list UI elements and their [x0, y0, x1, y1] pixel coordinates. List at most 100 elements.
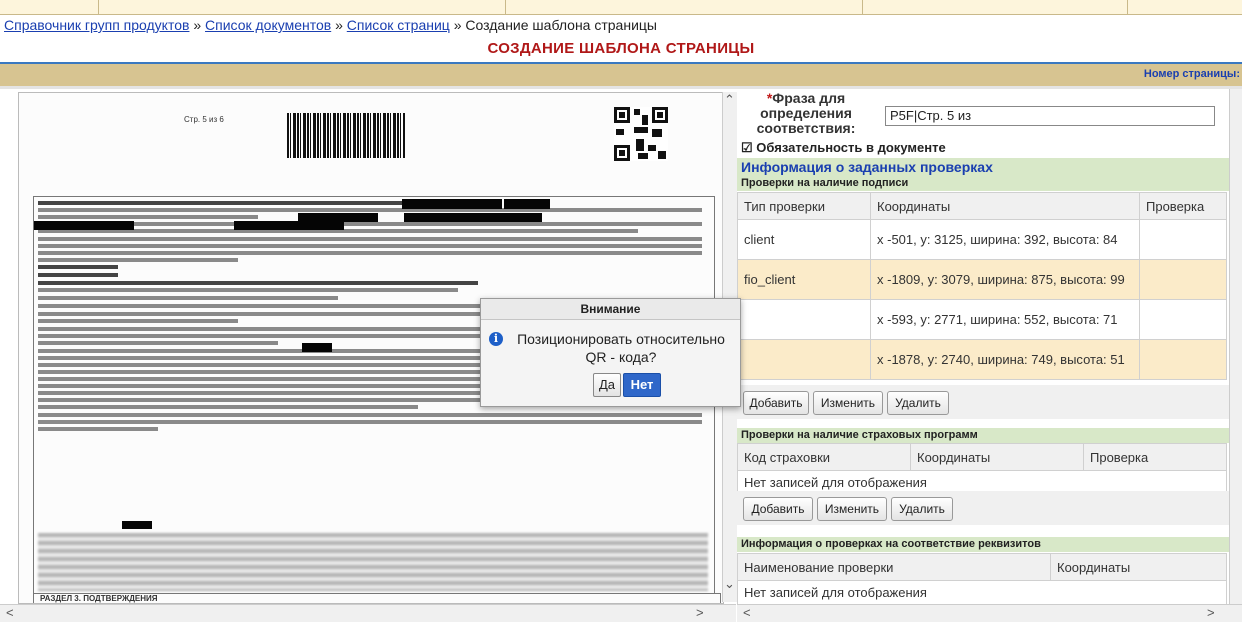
- redaction-box: [402, 199, 502, 209]
- column-header: Код страховки: [737, 443, 911, 471]
- check-coords: x -1809, y: 3079, ширина: 875, высота: 9…: [870, 259, 1140, 300]
- template-settings-panel: *Фраза для определения соответствия: P5F…: [737, 89, 1242, 604]
- dialog-title: Внимание: [481, 299, 740, 320]
- signature-checks-actions: Добавить Изменить Удалить: [737, 385, 1242, 419]
- scroll-up-icon[interactable]: ⌃: [724, 92, 735, 108]
- text-line: [38, 265, 118, 269]
- requisite-checks-table: Наименование проверки Координаты Нет зап…: [737, 553, 1227, 604]
- column-header: Тип проверки: [737, 192, 871, 220]
- check-verify: [1139, 339, 1227, 380]
- breadcrumb-current: Создание шаблона страницы: [465, 17, 657, 33]
- add-signature-check-button[interactable]: Добавить: [743, 391, 809, 415]
- text-line: [38, 201, 458, 205]
- table-row[interactable]: fio_client x -1809, y: 3079, ширина: 875…: [737, 259, 1227, 300]
- scroll-down-icon[interactable]: ⌄: [724, 576, 735, 592]
- breadcrumb-separator: »: [189, 17, 206, 33]
- dialog-message: Позиционировать относительно QR - кода?: [517, 331, 725, 365]
- redaction-box: [302, 343, 332, 352]
- check-coords: x -501, y: 3125, ширина: 392, высота: 84: [870, 219, 1140, 260]
- qr-code-image: [614, 107, 668, 161]
- strip-divider: [505, 0, 506, 14]
- signature-checks-table: Тип проверки Координаты Проверка client …: [737, 192, 1227, 380]
- scroll-right-icon[interactable]: >: [1207, 605, 1215, 620]
- info-icon: i: [489, 332, 503, 346]
- check-verify: [1139, 219, 1227, 260]
- insurance-checks-title: Проверки на наличие страховых программ: [737, 428, 1242, 443]
- page-number-label: Номер страницы:: [1143, 68, 1240, 80]
- strip-divider: [98, 0, 99, 14]
- breadcrumb-pages[interactable]: Список страниц: [347, 17, 450, 33]
- text-line: [38, 413, 702, 417]
- table-row[interactable]: x -1878, y: 2740, ширина: 749, высота: 5…: [737, 339, 1227, 380]
- toolbar: Номер страницы:: [0, 64, 1242, 87]
- scroll-right-icon[interactable]: >: [696, 605, 704, 620]
- text-line: [38, 237, 702, 241]
- settings-scrollbar-horizontal[interactable]: < >: [737, 604, 1242, 622]
- breadcrumb-product-groups[interactable]: Справочник групп продуктов: [4, 17, 189, 33]
- strip-divider: [862, 0, 863, 14]
- top-table-strip: [0, 0, 1242, 15]
- redaction-box: [34, 221, 134, 230]
- settings-scrollbar-vertical[interactable]: [1229, 89, 1242, 604]
- edit-insurance-check-button[interactable]: Изменить: [817, 497, 887, 521]
- redaction-box: [234, 221, 344, 230]
- phrase-label-text: Фраза для определения соответствия:: [756, 90, 856, 136]
- column-header: Координаты: [870, 192, 1140, 220]
- check-verify: [1139, 259, 1227, 300]
- column-header: Координаты: [910, 443, 1084, 471]
- insurance-checks-table: Код страховки Координаты Проверка Нет за…: [737, 443, 1227, 495]
- column-header: Проверка: [1139, 192, 1227, 220]
- phrase-input[interactable]: P5F|Стр. 5 из: [885, 106, 1215, 126]
- check-type: client: [737, 219, 871, 260]
- empty-message: Нет записей для отображения: [737, 580, 1227, 604]
- breadcrumb-separator: »: [449, 17, 466, 33]
- check-type: fio_client: [737, 259, 871, 300]
- redaction-box: [122, 521, 152, 529]
- checks-info-title: Информация о заданных проверках: [737, 158, 1242, 176]
- text-line: [38, 427, 158, 431]
- check-coords: x -1878, y: 2740, ширина: 749, высота: 5…: [870, 339, 1140, 380]
- table-row[interactable]: client x -501, y: 3125, ширина: 392, выс…: [737, 219, 1227, 260]
- text-line: [38, 273, 118, 277]
- text-line: [38, 258, 238, 262]
- scroll-left-icon[interactable]: <: [6, 605, 14, 620]
- phrase-label: *Фраза для определения соответствия:: [741, 91, 871, 136]
- barcode-image: [287, 113, 405, 158]
- text-line: [38, 222, 702, 226]
- add-insurance-check-button[interactable]: Добавить: [743, 497, 813, 521]
- text-line: [38, 281, 478, 285]
- redaction-box: [404, 213, 542, 222]
- document-scrollbar-horizontal[interactable]: < >: [0, 604, 736, 622]
- blurred-text: [38, 533, 708, 591]
- confirm-dialog: Внимание i Позиционировать относительно …: [480, 298, 741, 407]
- table-row[interactable]: x -593, y: 2771, ширина: 552, высота: 71: [737, 299, 1227, 340]
- delete-insurance-check-button[interactable]: Удалить: [891, 497, 953, 521]
- yes-button[interactable]: Да: [593, 373, 621, 397]
- text-line: [38, 420, 702, 424]
- text-line: [38, 319, 238, 323]
- check-type: [737, 339, 871, 380]
- text-line: [38, 405, 418, 409]
- breadcrumb-documents[interactable]: Список документов: [205, 17, 331, 33]
- text-line: [38, 296, 338, 300]
- breadcrumb-separator: »: [331, 17, 347, 33]
- signature-checks-title: Проверки на наличие подписи: [737, 176, 1242, 191]
- strip-divider: [1127, 0, 1128, 14]
- delete-signature-check-button[interactable]: Удалить: [887, 391, 949, 415]
- text-line: [38, 341, 278, 345]
- scroll-left-icon[interactable]: <: [743, 605, 751, 620]
- redaction-box: [504, 199, 550, 209]
- required-checkbox[interactable]: ☑ Обязательность в документе: [741, 140, 946, 156]
- no-button[interactable]: Нет: [623, 373, 661, 397]
- table-row: Нет записей для отображения: [737, 580, 1227, 604]
- edit-signature-check-button[interactable]: Изменить: [813, 391, 883, 415]
- column-header: Проверка: [1083, 443, 1227, 471]
- document-section-label: РАЗДЕЛ 3. ПОДТВЕРЖДЕНИЯ: [33, 593, 721, 603]
- text-line: [38, 251, 702, 255]
- check-type: [737, 299, 871, 340]
- text-line: [38, 215, 258, 219]
- check-verify: [1139, 299, 1227, 340]
- page-title: СОЗДАНИЕ ШАБЛОНА СТРАНИЦЫ: [487, 40, 755, 57]
- text-line: [38, 208, 702, 212]
- breadcrumb: Справочник групп продуктов » Список доку…: [4, 17, 657, 33]
